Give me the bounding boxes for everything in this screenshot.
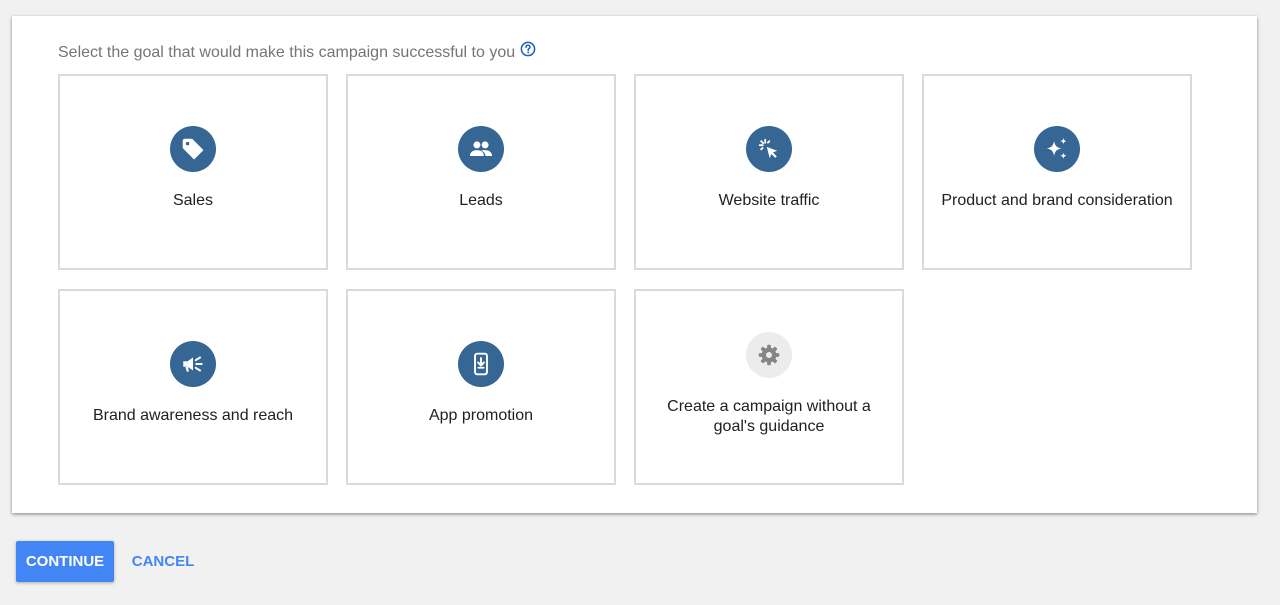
goal-tile-product-brand-consideration[interactable]: Product and brand consideration bbox=[922, 74, 1192, 270]
goal-prompt: Select the goal that would make this cam… bbox=[58, 41, 536, 62]
goal-label: Website traffic bbox=[718, 192, 820, 209]
goal-tile-leads[interactable]: Leads bbox=[346, 74, 616, 270]
goal-prompt-text: Select the goal that would make this cam… bbox=[58, 44, 516, 61]
cursor-click-icon bbox=[746, 126, 792, 172]
cancel-button[interactable]: CANCEL bbox=[124, 541, 202, 582]
goal-label: Leads bbox=[459, 192, 503, 209]
goal-label: Sales bbox=[172, 192, 214, 209]
goal-label: Product and brand consideration bbox=[941, 192, 1173, 209]
goal-label: Brand awareness and reach bbox=[92, 407, 294, 424]
goal-tile-brand-awareness-reach[interactable]: Brand awareness and reach bbox=[58, 289, 328, 485]
goal-tile-website-traffic[interactable]: Website traffic bbox=[634, 74, 904, 270]
tag-icon bbox=[170, 126, 216, 172]
goal-tile-sales[interactable]: Sales bbox=[58, 74, 328, 270]
continue-button[interactable]: CONTINUE bbox=[16, 541, 114, 582]
help-circle-icon[interactable] bbox=[520, 41, 536, 57]
phone-download-icon bbox=[458, 341, 504, 387]
people-icon bbox=[458, 126, 504, 172]
megaphone-icon bbox=[170, 341, 216, 387]
goal-selection-card: Select the goal that would make this cam… bbox=[12, 16, 1257, 513]
goal-label: App promotion bbox=[428, 407, 534, 424]
goal-tile-no-goal-guidance[interactable]: Create a campaign without a goal's guida… bbox=[634, 289, 904, 485]
goal-label: Create a campaign without a goal's guida… bbox=[667, 398, 871, 435]
gear-icon bbox=[746, 332, 792, 378]
sparkle-icon bbox=[1034, 126, 1080, 172]
goal-tile-app-promotion[interactable]: App promotion bbox=[346, 289, 616, 485]
